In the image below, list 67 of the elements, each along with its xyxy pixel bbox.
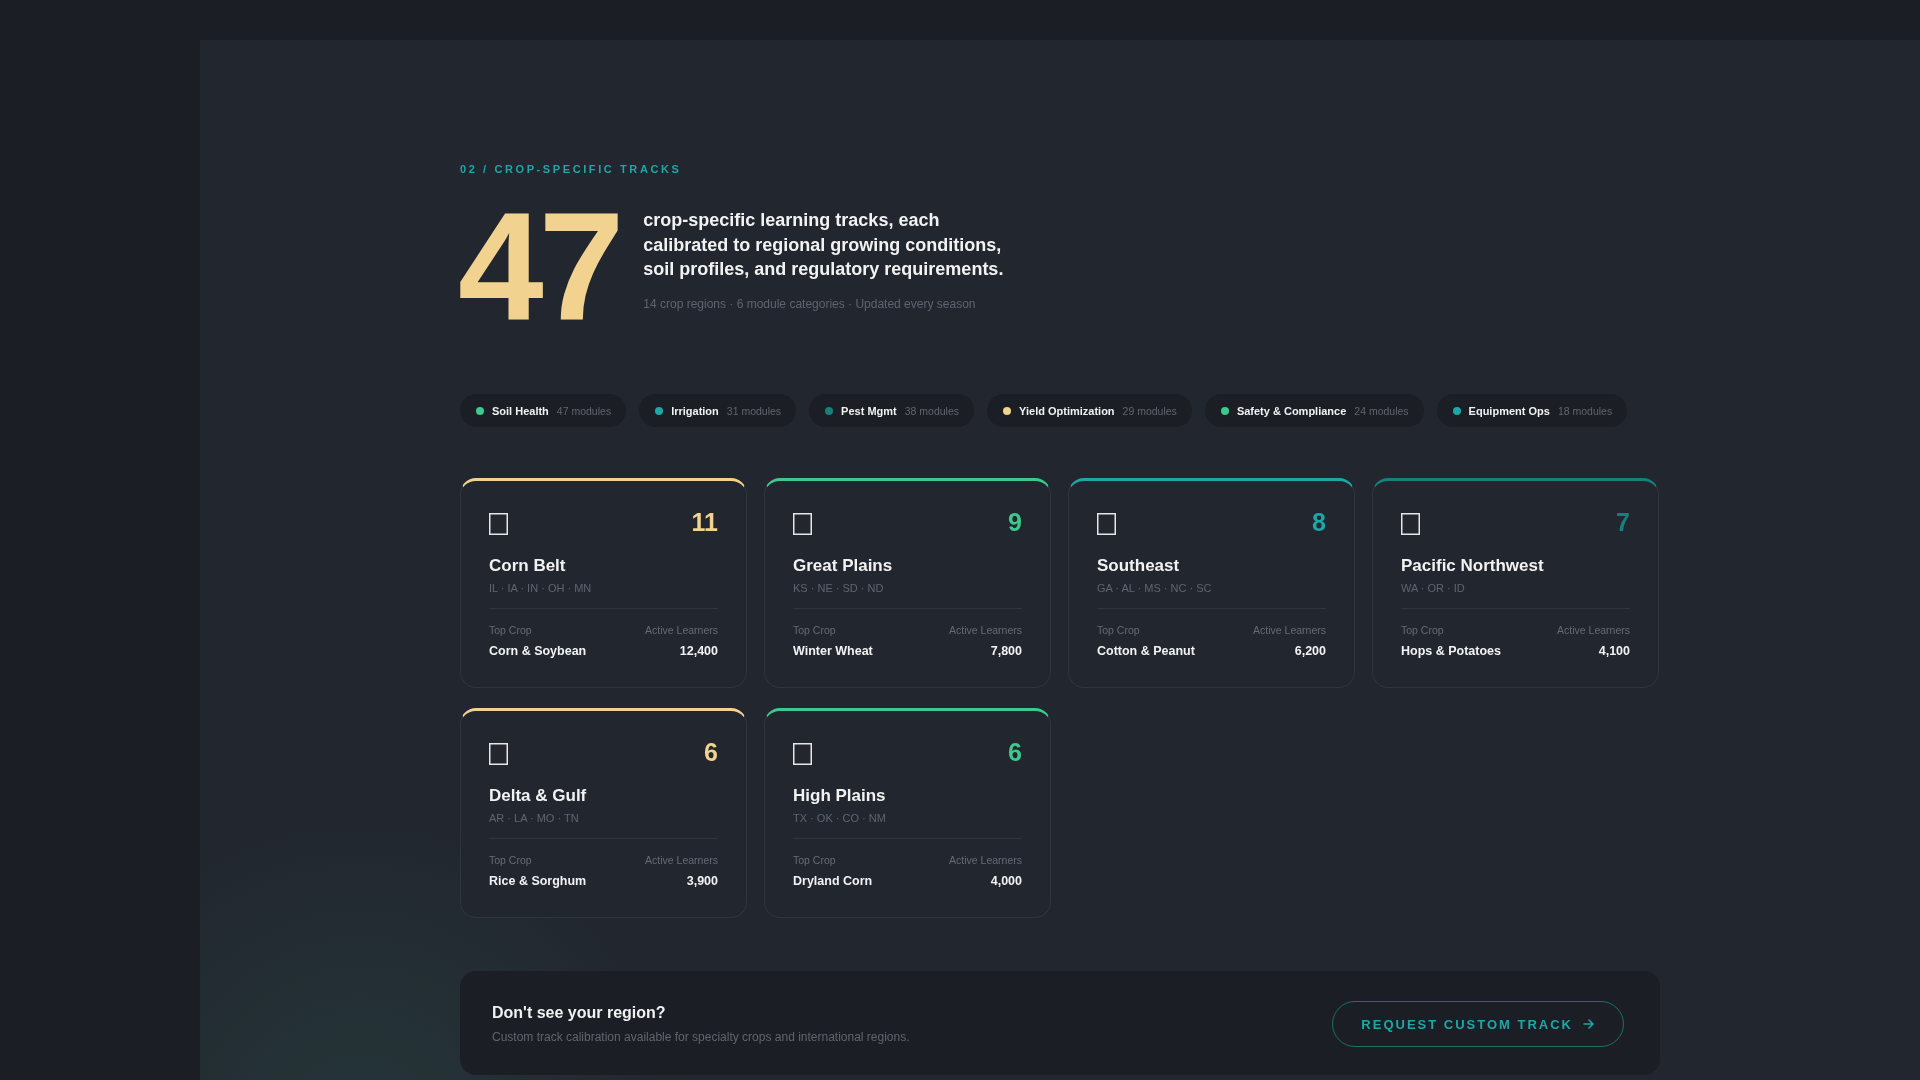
arrow-right-icon	[1583, 1018, 1595, 1031]
module-count: 24 modules	[1354, 404, 1409, 417]
active-learners-label: Active Learners	[645, 623, 718, 638]
active-learners-label: Active Learners	[949, 853, 1022, 868]
top-crop-label: Top Crop	[1097, 623, 1141, 638]
empty-glyph-icon	[489, 743, 508, 766]
active-learners-label: Active Learners	[645, 853, 718, 868]
region-name: Great Plains	[793, 556, 894, 577]
category-name: Pest Mgmt	[841, 404, 897, 417]
state-list: AR · LA · MO · TN	[489, 810, 718, 827]
module-count: 47 modules	[556, 404, 612, 417]
top-crop-label: Top Crop	[489, 853, 533, 868]
top-crop-value: Hops & Potatoes	[1401, 643, 1501, 660]
track-count: 47	[458, 206, 620, 330]
empty-glyph-icon	[793, 513, 812, 536]
top-crop-label: Top Crop	[489, 623, 533, 638]
track-count: 8	[1312, 510, 1326, 535]
track-count: 6	[704, 740, 718, 765]
track-count: 11	[691, 510, 718, 535]
track-count: 7	[1616, 510, 1630, 535]
empty-glyph-icon	[793, 743, 812, 766]
module-count: 18 modules	[1557, 404, 1613, 417]
state-list: IL · IA · IN · OH · MN	[489, 580, 718, 597]
region-name: Southeast	[1097, 556, 1181, 577]
category-name: Equipment Ops	[1468, 404, 1550, 417]
top-crop-value: Corn & Soybean	[489, 643, 587, 660]
region-name: Pacific Northwest	[1401, 556, 1545, 577]
top-crop-label: Top Crop	[793, 853, 837, 868]
active-learners-label: Active Learners	[1253, 623, 1326, 638]
hero-description: crop-specific learning tracks, each calibrated to regional growing conditions, soil profiles, and regulatory requirements.	[643, 209, 1005, 281]
track-count: 6	[1008, 740, 1022, 765]
top-crop-label: Top Crop	[793, 623, 837, 638]
module-count: 29 modules	[1122, 404, 1177, 417]
top-crop-value: Winter Wheat	[793, 643, 873, 660]
top-crop-value: Rice & Sorghum	[489, 873, 587, 890]
module-count: 38 modules	[904, 404, 960, 417]
region-name: Corn Belt	[489, 556, 567, 577]
top-crop-value: Cotton & Peanut	[1097, 643, 1195, 660]
region-name: Delta & Gulf	[489, 786, 588, 807]
empty-glyph-icon	[1401, 513, 1420, 536]
banner-description: Custom track calibration available for specialty crops and international regions.	[492, 1029, 910, 1046]
top-crop-label: Top Crop	[1401, 623, 1445, 638]
state-list: TX · OK · CO · NM	[793, 810, 1022, 827]
hero-meta: 14 crop regions · 6 module categories · Updated every season	[643, 295, 977, 312]
category-name: Safety & Compliance	[1236, 404, 1347, 417]
active-learners-value: 6,200	[1294, 643, 1326, 660]
state-list: KS · NE · SD · ND	[793, 580, 1022, 597]
track-count: 9	[1008, 510, 1022, 535]
state-list: GA · AL · MS · NC · SC	[1097, 580, 1326, 597]
category-name: Soil Health	[492, 404, 549, 417]
active-learners-value: 4,000	[990, 873, 1022, 890]
active-learners-label: Active Learners	[1557, 623, 1630, 638]
active-learners-value: 12,400	[679, 643, 718, 660]
module-count: 31 modules	[726, 404, 782, 417]
active-learners-value: 7,800	[990, 643, 1022, 660]
active-learners-value: 3,900	[686, 873, 718, 890]
top-crop-value: Dryland Corn	[793, 873, 873, 890]
section-label: 02 / CROP-SPECIFIC TRACKS	[460, 162, 683, 176]
category-name: Irrigation	[671, 404, 719, 417]
banner-title: Don't see your region?	[492, 1003, 667, 1024]
empty-glyph-icon	[489, 513, 508, 536]
empty-glyph-icon	[1097, 513, 1116, 536]
category-name: Yield Optimization	[1019, 404, 1115, 417]
region-name: High Plains	[793, 786, 887, 807]
active-learners-label: Active Learners	[949, 623, 1022, 638]
state-list: WA · OR · ID	[1401, 580, 1630, 597]
active-learners-value: 4,100	[1598, 643, 1630, 660]
